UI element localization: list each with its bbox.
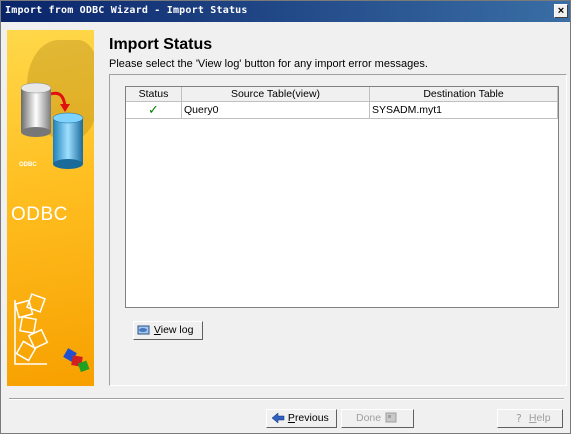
destination-table-cell: SYSADM.myt1 bbox=[370, 102, 558, 118]
done-flag-icon bbox=[385, 412, 397, 423]
column-header-destination[interactable]: Destination Table bbox=[370, 87, 558, 101]
page-title: Import Status bbox=[109, 36, 213, 53]
view-log-button[interactable]: View log bbox=[133, 321, 203, 340]
help-mnemonic: H bbox=[528, 412, 537, 424]
window-title: Import from ODBC Wizard - Import Status bbox=[5, 5, 248, 16]
table-row[interactable]: ✓ Query0 SYSADM.myt1 bbox=[126, 102, 558, 119]
view-log-label: iew log bbox=[160, 324, 194, 336]
view-log-icon bbox=[137, 325, 150, 335]
table-header: Status Source Table(view) Destination Ta… bbox=[126, 87, 558, 102]
column-header-status[interactable]: Status bbox=[126, 87, 182, 101]
import-status-table[interactable]: Status Source Table(view) Destination Ta… bbox=[125, 86, 559, 308]
cube-sketch-icon bbox=[14, 293, 90, 373]
view-log-mnemonic: V bbox=[153, 324, 161, 336]
done-button[interactable]: Done bbox=[341, 409, 414, 428]
previous-button[interactable]: Previous bbox=[266, 409, 337, 428]
page-subtitle: Please select the 'View log' button for … bbox=[109, 58, 428, 70]
done-label: Done bbox=[356, 412, 382, 424]
wizard-window: Import from ODBC Wizard - Import Status … bbox=[0, 0, 571, 434]
column-header-source[interactable]: Source Table(view) bbox=[182, 87, 370, 101]
banner-brand: ODBC bbox=[11, 204, 68, 225]
svg-text:?: ? bbox=[516, 412, 522, 424]
database-transfer-icon bbox=[20, 82, 84, 169]
banner-small-label: ODBC bbox=[19, 162, 37, 168]
help-button[interactable]: ? Help bbox=[497, 409, 563, 428]
footer-divider bbox=[9, 398, 564, 400]
close-button[interactable]: × bbox=[554, 4, 568, 18]
previous-mnemonic: P bbox=[287, 412, 295, 424]
source-table-cell: Query0 bbox=[182, 102, 370, 118]
status-check-icon: ✓ bbox=[126, 102, 182, 118]
title-bar[interactable]: Import from ODBC Wizard - Import Status … bbox=[1, 1, 570, 22]
previous-arrow-icon bbox=[271, 412, 285, 424]
help-icon: ? bbox=[516, 412, 522, 424]
previous-label: revious bbox=[294, 412, 329, 424]
wizard-banner: ODBC ODBC bbox=[7, 30, 94, 386]
help-label: elp bbox=[536, 412, 551, 424]
